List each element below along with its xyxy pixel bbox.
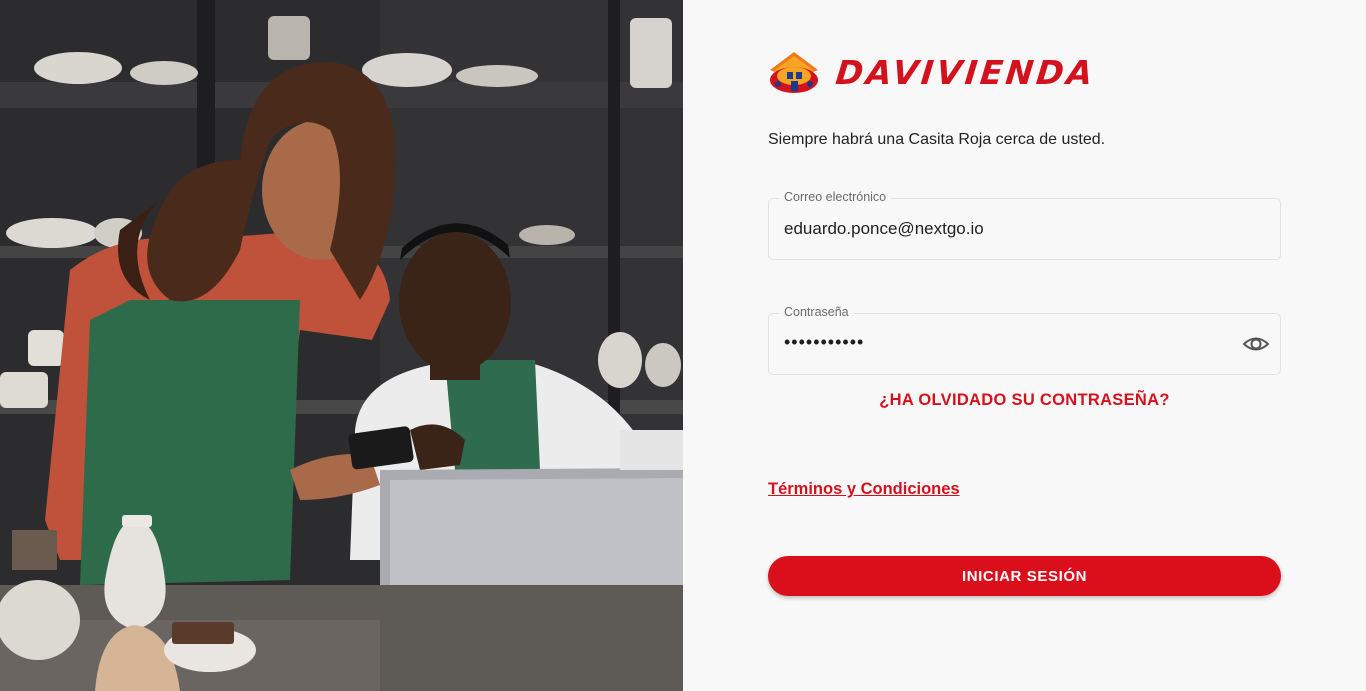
- login-button[interactable]: INICIAR SESIÓN: [768, 556, 1281, 596]
- eye-icon[interactable]: [1242, 331, 1270, 357]
- password-input[interactable]: •••••••••••: [784, 332, 1224, 353]
- hero-illustration: [0, 0, 683, 691]
- brand-logo: DAVIVIENDA: [768, 50, 1098, 94]
- casita-roja-icon: [770, 52, 818, 93]
- email-input[interactable]: [784, 219, 1224, 239]
- brand-name: DAVIVIENDA: [833, 52, 1098, 92]
- hero-photo: [0, 0, 683, 691]
- terms-link[interactable]: Términos y Condiciones: [768, 480, 960, 499]
- tagline: Siempre habrá una Casita Roja cerca de u…: [768, 131, 1106, 148]
- login-panel: DAVIVIENDA Siempre habrá una Casita Roja…: [683, 0, 1366, 691]
- password-field[interactable]: Contraseña •••••••••••: [768, 305, 1281, 375]
- email-field[interactable]: Correo electrónico: [768, 190, 1281, 260]
- email-label: Correo electrónico: [779, 190, 892, 204]
- forgot-password-link[interactable]: ¿HA OLVIDADO SU CONTRASEÑA?: [768, 391, 1281, 410]
- password-label: Contraseña: [779, 305, 854, 319]
